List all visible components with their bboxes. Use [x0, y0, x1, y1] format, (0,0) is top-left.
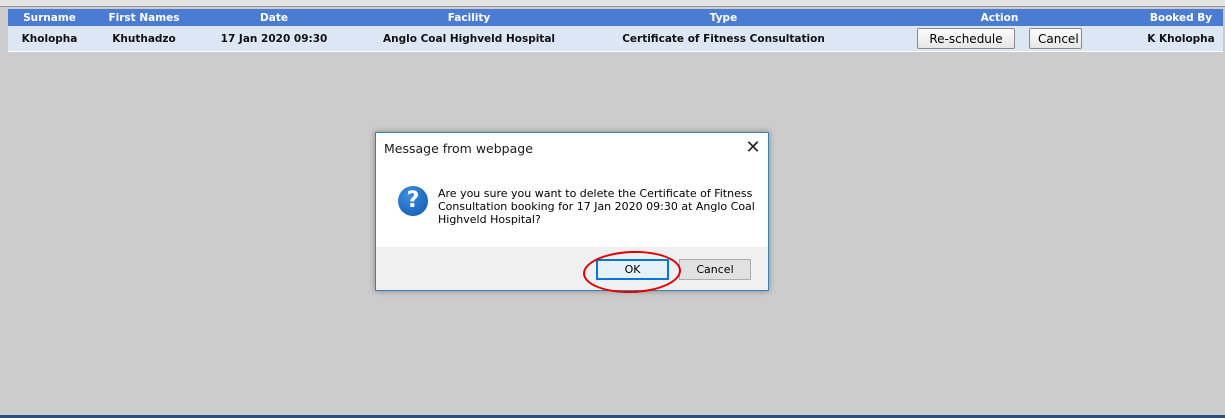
cell-action: Re-schedule Cancel [860, 28, 1139, 49]
dialog-message: Are you sure you want to delete the Cert… [438, 187, 755, 226]
question-icon: ? [398, 186, 428, 216]
header-booked-by: Booked By [1149, 11, 1213, 24]
reschedule-button[interactable]: Re-schedule [917, 28, 1015, 49]
bookings-table: Surname First Names Date Facility Type A… [8, 9, 1223, 52]
header-first-names: First Names [108, 11, 180, 24]
cancel-button[interactable]: Cancel [679, 259, 751, 280]
cell-surname: Kholopha [21, 32, 78, 45]
table-header: Surname First Names Date Facility Type A… [8, 9, 1223, 26]
cell-first-names: Khuthadzo [112, 32, 176, 45]
cell-type: Certificate of Fitness Consultation [622, 32, 825, 45]
header-date: Date [260, 11, 288, 24]
close-icon[interactable]: ✕ [742, 137, 764, 159]
header-action: Action [980, 11, 1019, 24]
cell-date: 17 Jan 2020 09:30 [220, 32, 328, 45]
top-border [0, 0, 1225, 7]
header-facility: Facility [447, 11, 491, 24]
table-row: Kholopha Khuthadzo 17 Jan 2020 09:30 Ang… [8, 26, 1223, 52]
confirm-dialog: Message from webpage ✕ ? Are you sure yo… [375, 132, 769, 291]
dialog-footer: OK Cancel [376, 247, 768, 290]
cancel-booking-button[interactable]: Cancel [1029, 28, 1082, 49]
header-surname: Surname [23, 11, 76, 24]
cell-booked-by: K Kholopha [1147, 32, 1215, 45]
cell-facility: Anglo Coal Highveld Hospital [382, 32, 556, 45]
dialog-title: Message from webpage [384, 141, 533, 156]
header-type: Type [709, 11, 738, 24]
